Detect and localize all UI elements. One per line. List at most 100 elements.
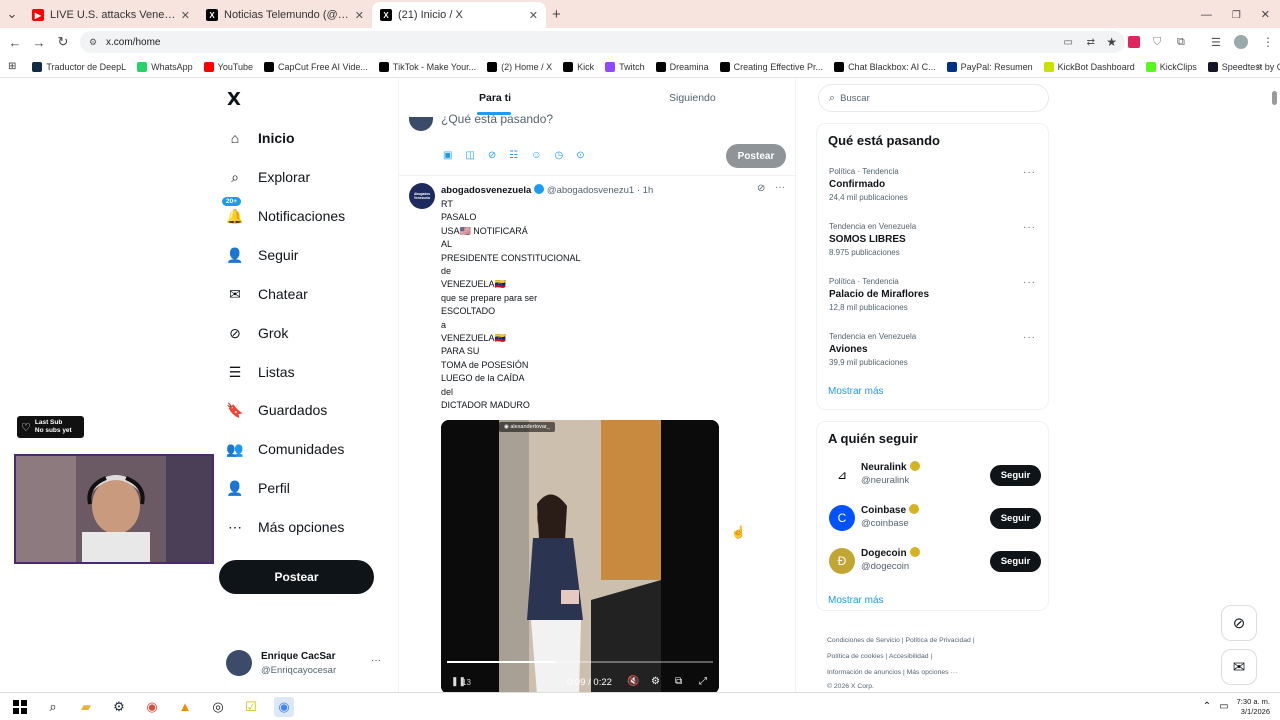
footer-link[interactable]: Más opciones ··· [907,669,958,676]
messages-floating-button[interactable]: ✉ [1221,649,1257,685]
trend-item[interactable]: Tendencia en Venezuela Aviones 39,9 mil pu… [829,330,916,369]
maximize-icon[interactable]: ❐ [1232,10,1241,21]
bookmark-item[interactable]: WhatsApp [137,61,193,72]
profile-avatar-icon[interactable] [1234,35,1248,49]
image-icon[interactable]: ▣ [443,150,452,161]
back-icon[interactable]: ← [3,35,27,50]
clock-time[interactable]: 7:30 a. m. [1237,697,1270,707]
more-icon[interactable]: ··· [371,655,381,666]
video-progress-track[interactable] [447,661,713,663]
tweet-time[interactable]: · 1h [637,185,653,196]
tab-para-ti[interactable]: Para ti [479,92,511,104]
close-window-icon[interactable]: ✕ [1261,8,1270,21]
reload-icon[interactable]: ↻ [51,34,75,50]
follow-button[interactable]: Seguir [990,465,1041,486]
bookmark-item[interactable]: TikTok - Make Your... [378,61,476,72]
tray-chevron-icon[interactable]: ⌃ [1203,701,1211,712]
cast-icon[interactable]: ▭ [1064,37,1073,48]
show-more-link[interactable]: Mostrar más [828,595,884,606]
tab-search-icon[interactable]: ⌄ [0,6,24,22]
extensions-puzzle-icon[interactable]: ⧉ [1177,36,1185,49]
minimize-icon[interactable]: — [1201,9,1212,21]
follow-button[interactable]: Seguir [990,508,1041,529]
translate-icon[interactable]: ⇄ [1087,37,1095,48]
sidebar-item-notificaciones[interactable]: 🔔 Notificaciones 20+ [222,197,345,225]
browser-tab[interactable]: ▶ LIVE U.S. attacks Venezuela, Tru ✕ [24,2,198,28]
browser-tab-active[interactable]: X (21) Inicio / X ✕ [372,2,546,28]
follow-button[interactable]: Seguir [990,551,1041,572]
bookmark-item[interactable]: Twitch [605,61,645,72]
footer-link[interactable]: Política de cookies [827,653,884,660]
schedule-icon[interactable]: ◷ [554,150,563,161]
follow-suggestion[interactable]: ⊿ Neuralink @neuralink Seguir [829,460,1041,490]
sidebar-item-más-opciones[interactable]: ⋯ Más opciones [226,518,344,536]
bookmark-item[interactable]: Kick [563,61,594,72]
bookmark-item[interactable]: KickBot Dashboard [1043,61,1135,72]
reading-list-icon[interactable]: ☰ [1211,36,1221,49]
mute-icon[interactable]: 🔇 [627,676,639,687]
more-icon[interactable]: ··· [1023,277,1036,288]
tweet-author-name[interactable]: abogadosvenezuela [441,185,531,196]
more-icon[interactable]: ··· [1023,167,1036,178]
bookmark-item[interactable]: CapCut Free AI Vide... [264,61,368,72]
bookmark-item[interactable]: YouTube [203,61,253,72]
bookmark-star-icon[interactable]: ★ [1106,35,1117,49]
page-scrollbar[interactable] [1272,91,1277,105]
grok-icon[interactable]: ⊘ [488,150,496,161]
sidebar-item-explorar[interactable]: ⌕ Explorar [226,168,310,186]
trend-item[interactable]: Política · Tendencia Confirmado 24,4 mil p… [829,165,908,204]
sidebar-item-perfil[interactable]: 👤 Perfil [226,479,290,497]
bookmark-item[interactable]: Chat Blackbox: AI C... [834,61,936,72]
location-icon[interactable]: ⊙ [576,150,584,161]
post-button[interactable]: Postear [219,560,374,594]
follow-suggestion[interactable]: Ð Dogecoin @dogecoin Seguir [829,546,1041,576]
composer-input[interactable]: ¿Qué está pasando? [441,112,553,126]
sidebar-item-chatear[interactable]: ✉ Chatear [226,285,308,303]
footer-link[interactable]: Condiciones de Servicio [827,637,900,644]
apps-grid-icon[interactable]: ⊞ [8,61,16,72]
sidebar-item-listas[interactable]: ☰ Listas [226,363,295,381]
fullscreen-icon[interactable]: ⤢ [699,676,707,687]
sidebar-item-grok[interactable]: ⊘ Grok [226,324,288,342]
network-icon[interactable]: ▭ [1219,701,1228,712]
file-explorer-icon[interactable]: ▰ [76,697,96,717]
close-icon[interactable]: ✕ [355,9,364,22]
bookmark-item[interactable]: Traductor de DeepL [32,61,126,72]
browser-tab[interactable]: X Noticias Telemundo (@noticiast ✕ [198,2,372,28]
chrome-active-icon[interactable]: ◉ [274,696,294,717]
obs-icon[interactable]: ◎ [208,697,228,717]
sidebar-item-guardados[interactable]: 🔖 Guardados [226,401,327,419]
address-bar[interactable]: ⚙ x.com/home ★ ⇄ ▭ [80,31,1125,53]
chrome-icon[interactable]: ◉ [142,697,162,717]
settings-icon[interactable]: ⚙ [651,676,660,687]
poll-icon[interactable]: ☷ [509,150,518,161]
emoji-icon[interactable]: ☺ [531,150,541,161]
bookmark-item[interactable]: Speedtest by Ookla... [1207,61,1280,72]
clock-date[interactable]: 3/1/2026 [1237,707,1270,717]
tweet-avatar[interactable]: Abogados Venezuela [409,183,435,209]
footer-link[interactable]: Accesibilidad [889,653,929,660]
pip-icon[interactable]: ⧉ [675,676,682,687]
bookmark-item[interactable]: Creating Effective Pr... [719,61,823,72]
x-logo[interactable]: X [227,89,241,110]
steam-icon[interactable]: ⚙ [109,697,129,717]
composer-post-button[interactable]: Postear [726,144,786,168]
close-icon[interactable]: ✕ [181,9,190,22]
search-icon[interactable]: ⌕ [43,697,63,717]
show-more-link[interactable]: Mostrar más [828,386,884,397]
bookmark-item[interactable]: PayPal: Resumen [946,61,1033,72]
footer-link[interactable]: Información de anuncios [827,669,901,676]
more-icon[interactable]: ··· [1023,332,1036,343]
tab-siguiendo[interactable]: Siguiendo [669,92,716,104]
checklist-app-icon[interactable]: ☑ [241,697,261,717]
grok-icon[interactable]: ⊘ [757,183,765,194]
tweet-author-handle[interactable]: @abogadosvenezu1 [547,185,634,196]
grok-floating-button[interactable]: ⊘ [1221,605,1257,641]
footer-link[interactable]: Política de Privacidad [905,637,970,644]
trend-item[interactable]: Tendencia en Venezuela SOMOS LIBRES 8.975 … [829,220,916,259]
bookmark-item[interactable]: (2) Home / X [487,61,552,72]
close-icon[interactable]: ✕ [529,9,538,22]
windows-start-icon[interactable] [10,697,30,717]
follow-suggestion[interactable]: C Coinbase @coinbase Seguir [829,503,1041,533]
shield-icon[interactable]: ⛉ [1153,36,1161,49]
